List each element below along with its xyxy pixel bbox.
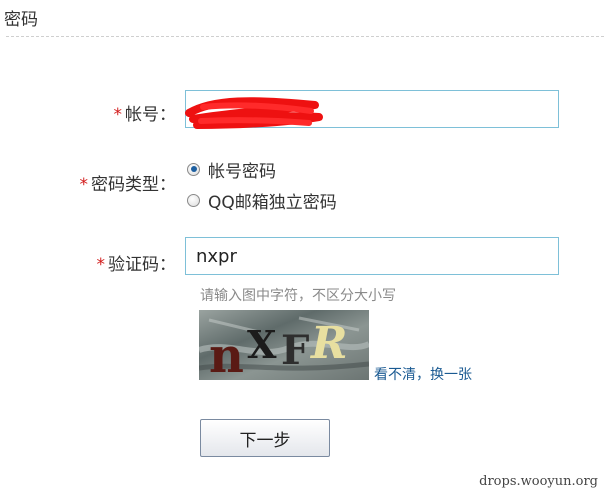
required-mark: * (79, 175, 89, 195)
section-divider (6, 36, 604, 37)
section-title: 密码 (4, 10, 38, 30)
captcha-image-char: n (209, 328, 244, 380)
captcha-image-char: F (281, 327, 309, 374)
radio-option-label: QQ邮箱独立密码 (208, 192, 337, 213)
required-mark: * (96, 255, 106, 275)
captcha-image: n X F R (199, 310, 369, 380)
radio-option-qqmail-password[interactable]: QQ邮箱独立密码 (187, 189, 337, 213)
captcha-label: * 验证码： (97, 250, 177, 275)
password-type-label: * 密码类型： (80, 170, 177, 195)
password-type-label-text: 密码类型： (91, 175, 176, 195)
radio-option-label: 帐号密码 (208, 161, 276, 182)
next-button[interactable]: 下一步 (200, 419, 330, 457)
captcha-hint: 请输入图中字符，不区分大小写 (200, 288, 396, 304)
watermark: drops.wooyun.org (479, 474, 598, 489)
captcha-input[interactable] (185, 237, 559, 275)
account-label-text: 帐号： (125, 105, 176, 125)
required-mark: * (113, 105, 123, 125)
radio-option-account-password[interactable]: 帐号密码 (187, 158, 276, 182)
redaction-scribble (185, 97, 323, 129)
captcha-image-char: R (309, 318, 348, 369)
refresh-captcha-link[interactable]: 看不清，换一张 (374, 364, 472, 384)
radio-button-checked[interactable] (187, 162, 200, 176)
captcha-label-text: 验证码： (108, 255, 176, 275)
radio-button[interactable] (187, 193, 200, 207)
captcha-image-char: X (247, 322, 277, 367)
account-label: * 帐号： (114, 100, 177, 125)
